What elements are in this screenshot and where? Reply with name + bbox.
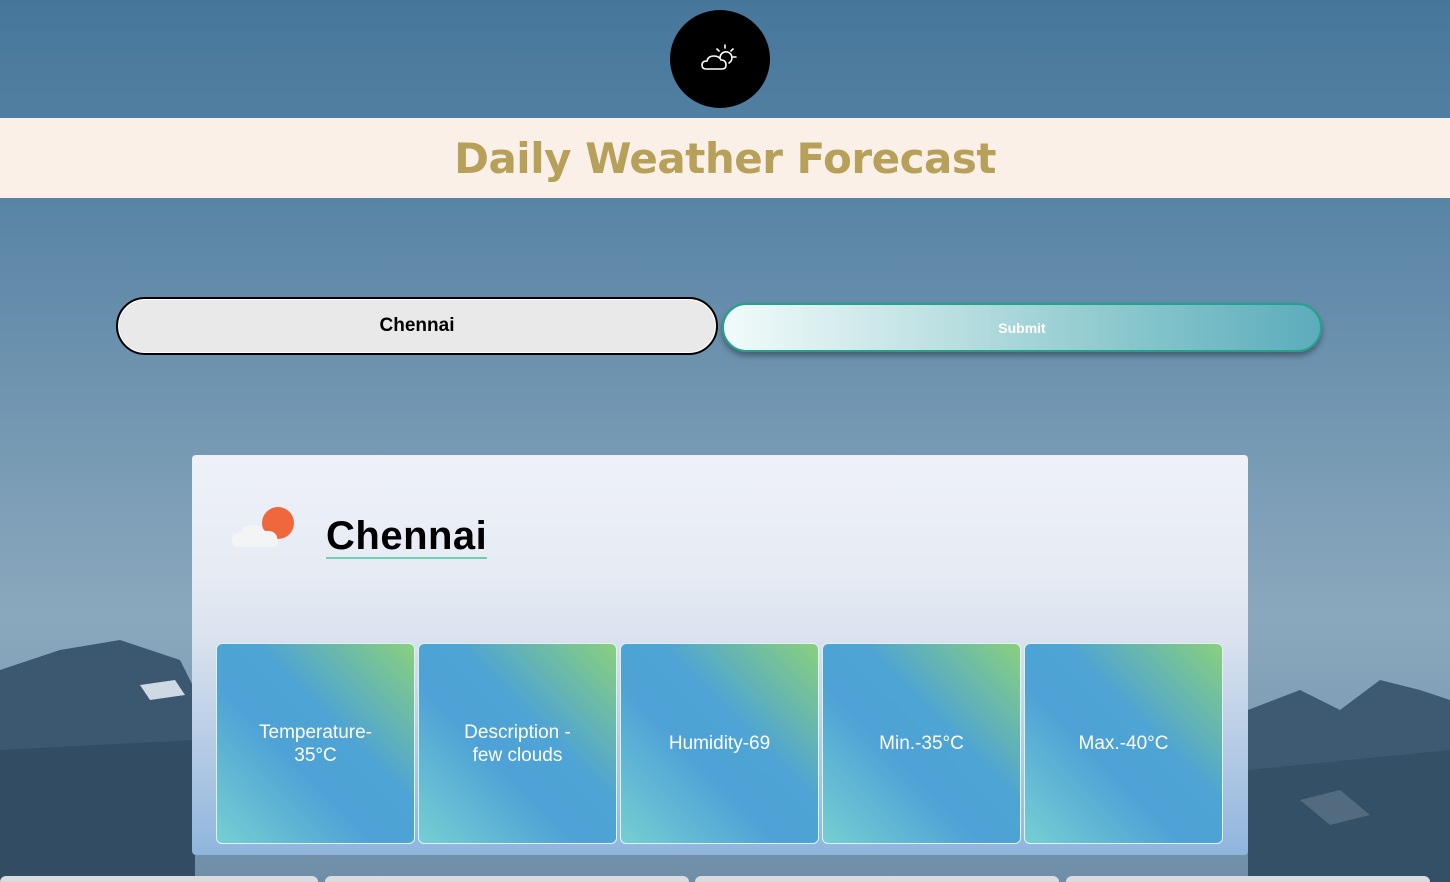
title-bar: Daily Weather Forecast (0, 118, 1450, 198)
description-tile: Description - few clouds (418, 643, 617, 844)
page-title: Daily Weather Forecast (454, 133, 996, 183)
humidity-tile: Humidity-69 (620, 643, 819, 844)
logo-badge (670, 10, 770, 108)
bottom-card-edges (0, 876, 1450, 882)
submit-button[interactable]: Submit (722, 303, 1322, 352)
temperature-tile: Temperature-35°C (216, 643, 415, 844)
partly-cloudy-icon (232, 507, 294, 547)
max-temp-tile: Max.-40°C (1024, 643, 1223, 844)
city-name: Chennai (326, 514, 488, 559)
city-search-input[interactable] (116, 297, 718, 355)
cloud-sun-icon (701, 44, 737, 70)
weather-card: Chennai Temperature-35°C Description - f… (192, 455, 1248, 855)
min-temp-tile: Min.-35°C (822, 643, 1021, 844)
weather-details: Temperature-35°C Description - few cloud… (216, 643, 1223, 844)
